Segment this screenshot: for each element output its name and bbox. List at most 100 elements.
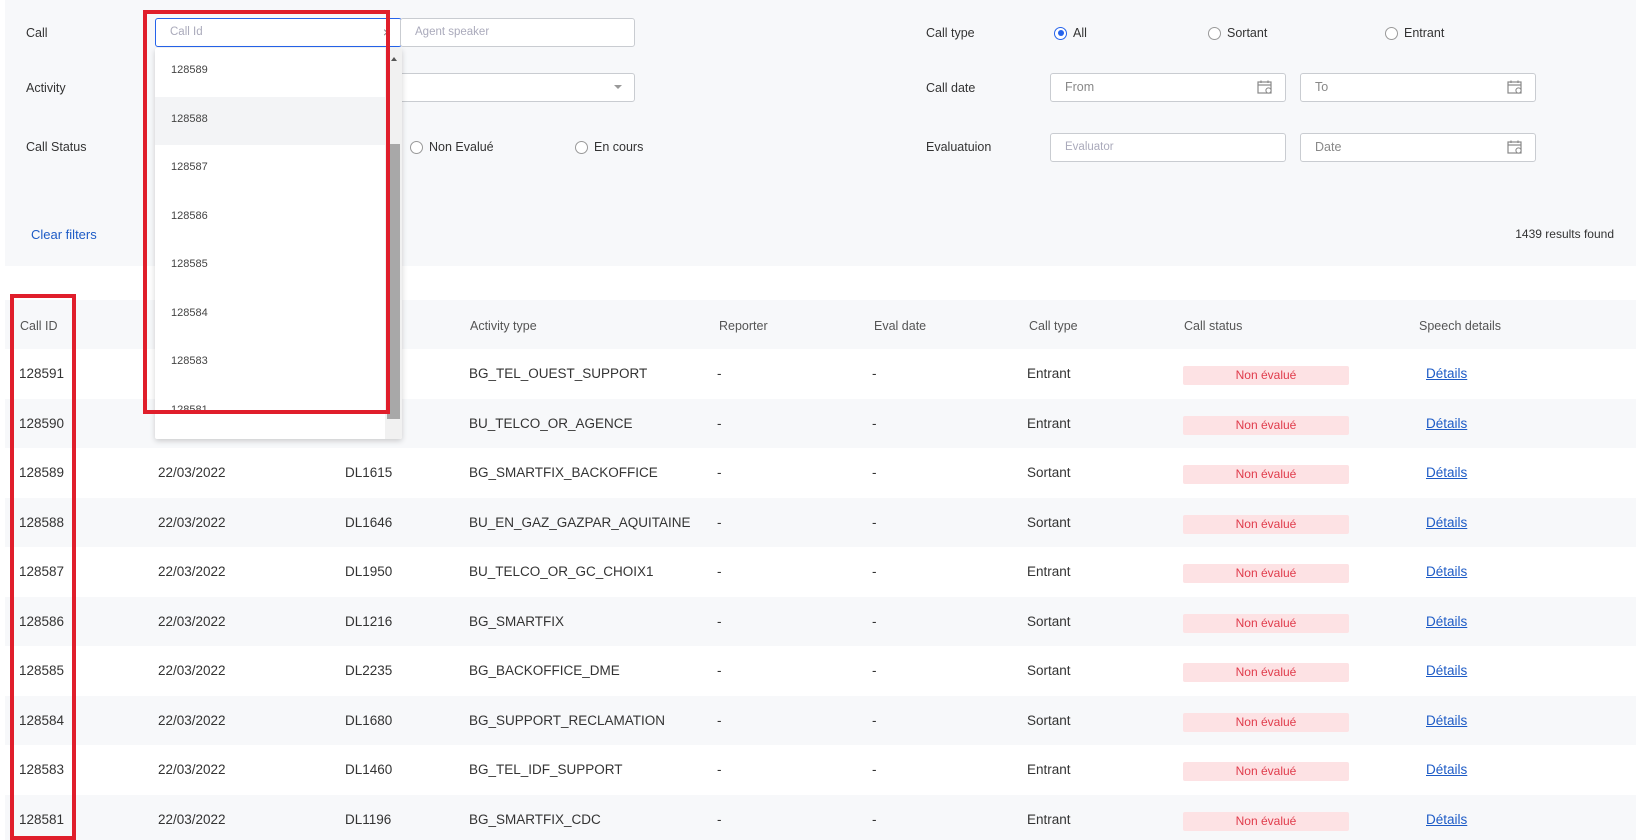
table-row[interactable]: 128585 22/03/2022 DL2235 BG_BACKOFFICE_DME -… [5,646,1636,696]
cell-call-id: 128590 [19,415,65,431]
table-row[interactable]: 128581 22/03/2022 DL1196 BG_SMARTFIX_CDC - - E… [5,794,1636,840]
cell-agent: DL1950 [345,564,393,579]
dropdown-option[interactable]: 128583 [155,339,402,388]
calendar-icon[interactable] [1507,140,1523,155]
dropdown-option[interactable]: 128585 [155,242,402,291]
cell-call-date: 22/03/2022 [158,712,226,728]
evaluation-label: Evaluatuion [926,140,992,154]
cell-activity-type: BG_TEL_IDF_SUPPORT [469,762,623,777]
dropdown-option[interactable]: 128589 [155,48,402,97]
status-badge: Non évalué [1183,514,1349,534]
cell-activity-type: BG_SMARTFIX_CDC [469,811,601,827]
cell-reporter: - [717,712,722,728]
status-radio-non-evalue[interactable]: Non Evalué [410,140,494,154]
header-speech-details[interactable]: Speech details [1419,319,1501,333]
cell-agent: DL2235 [345,663,393,678]
cell-call-id: 128585 [19,663,65,678]
dropdown-option[interactable]: 128587 [155,145,402,194]
dropdown-option[interactable]: 128588 [155,96,402,145]
cell-activity-type: BU_TELCO_OR_AGENCE [469,415,633,431]
cell-call-date: 22/03/2022 [158,663,226,678]
dropdown-option[interactable]: 128586 [155,194,402,243]
status-badge: Non évalué [1183,564,1349,583]
header-call-id[interactable]: Call ID [20,319,58,333]
cell-call-id: 128583 [19,762,65,777]
details-link[interactable]: Détails [1426,564,1467,579]
details-link[interactable]: Détails [1426,663,1467,678]
status-badge: Non évalué [1183,366,1349,385]
details-link[interactable]: Détails [1426,812,1467,827]
radio-icon [575,140,588,154]
cell-reporter: - [717,762,722,777]
cell-call-date: 22/03/2022 [158,762,226,777]
cell-eval-date: - [872,613,877,629]
dropdown-option[interactable]: 128584 [155,291,402,340]
radio-selected-icon [1054,26,1067,40]
status-radio-en-cours[interactable]: En cours [575,140,643,154]
call-type-radio-entrant[interactable]: Entrant [1385,26,1444,40]
cell-call-type: Sortant [1027,712,1071,728]
cell-call-id: 128586 [19,613,65,629]
details-link[interactable]: Détails [1426,614,1467,629]
details-link[interactable]: Détails [1426,762,1467,777]
header-call-type[interactable]: Call type [1029,319,1078,333]
header-reporter[interactable]: Reporter [719,319,768,333]
status-option-label: Non Evalué [429,140,494,154]
table-row[interactable]: 128587 22/03/2022 DL1950 BU_TELCO_OR_GC_CHO… [5,547,1636,597]
details-link[interactable]: Détails [1426,416,1467,431]
details-link[interactable]: Détails [1426,465,1467,480]
table-row[interactable]: 128584 22/03/2022 DL1680 BG_SUPPORT_RECLAMA… [5,695,1636,745]
cell-eval-date: - [872,465,877,480]
cell-eval-date: - [872,415,877,431]
cell-eval-date: - [872,712,877,728]
evaluator-placeholder: Evaluator [1065,141,1114,153]
cell-call-type: Entrant [1027,366,1071,381]
table-row[interactable]: 128583 22/03/2022 DL1460 BG_TEL_IDF_SUPPORT… [5,745,1636,795]
cell-reporter: - [717,811,722,827]
table-row[interactable]: 128588 22/03/2022 DL1646 BU_EN_GAZ_GAZPAR_A… [5,497,1636,547]
table-row[interactable]: 128589 22/03/2022 DL1615 BG_SMARTFIX_BACKOF… [5,448,1636,498]
to-placeholder: To [1315,80,1329,94]
calendar-icon[interactable] [1257,80,1273,95]
scroll-up-icon[interactable] [391,57,397,61]
details-link[interactable]: Détails [1426,713,1467,728]
call-date-label: Call date [926,81,976,95]
header-eval-date[interactable]: Eval date [874,319,926,333]
radio-icon [410,140,423,154]
dropdown-scrollbar[interactable] [385,48,402,439]
header-call-status[interactable]: Call status [1184,319,1242,333]
calendar-icon[interactable] [1507,80,1523,95]
scrollbar-thumb[interactable] [387,144,400,419]
call-date-from-input[interactable]: From [1050,73,1286,102]
call-type-radio-sortant[interactable]: Sortant [1208,26,1267,40]
cell-agent: DL1460 [345,762,393,777]
cell-call-id: 128587 [19,564,65,579]
cell-call-id: 128581 [19,811,65,827]
call-type-option-label: Sortant [1227,26,1268,40]
status-option-label: En cours [594,140,644,154]
page: Call Activity Call Status Call Id × Agen… [0,0,1636,840]
cell-call-date: 22/03/2022 [158,564,226,579]
status-badge: Non évalué [1183,712,1349,732]
details-link[interactable]: Détails [1426,515,1467,530]
clear-filters-link[interactable]: Clear filters [31,227,97,242]
status-badge: Non évalué [1183,811,1349,831]
evaluation-date-input[interactable]: Date [1300,133,1536,162]
clear-input-icon[interactable]: × [383,19,391,46]
header-activity-type[interactable]: Activity type [470,319,537,333]
call-date-to-input[interactable]: To [1300,73,1536,102]
cell-eval-date: - [872,663,877,678]
call-type-radio-all[interactable]: All [1054,26,1087,40]
cell-call-type: Entrant [1027,564,1071,579]
details-link[interactable]: Détails [1426,366,1467,381]
agent-speaker-placeholder: Agent speaker [415,26,490,38]
table-row[interactable]: 128586 22/03/2022 DL1216 BG_SMARTFIX - - Sorta… [5,596,1636,646]
evaluator-input[interactable]: Evaluator [1050,133,1286,162]
agent-speaker-input[interactable]: Agent speaker [400,18,635,47]
call-id-dropdown[interactable]: 128589 128588 128587 128586 128585 128584 1285… [155,48,402,439]
dropdown-option[interactable]: 128581 [155,388,402,437]
cell-activity-type: BU_TELCO_OR_GC_CHOIX1 [469,564,654,579]
from-placeholder: From [1065,80,1095,94]
call-id-input[interactable]: Call Id × [155,18,402,47]
call-type-label: Call type [926,26,975,40]
